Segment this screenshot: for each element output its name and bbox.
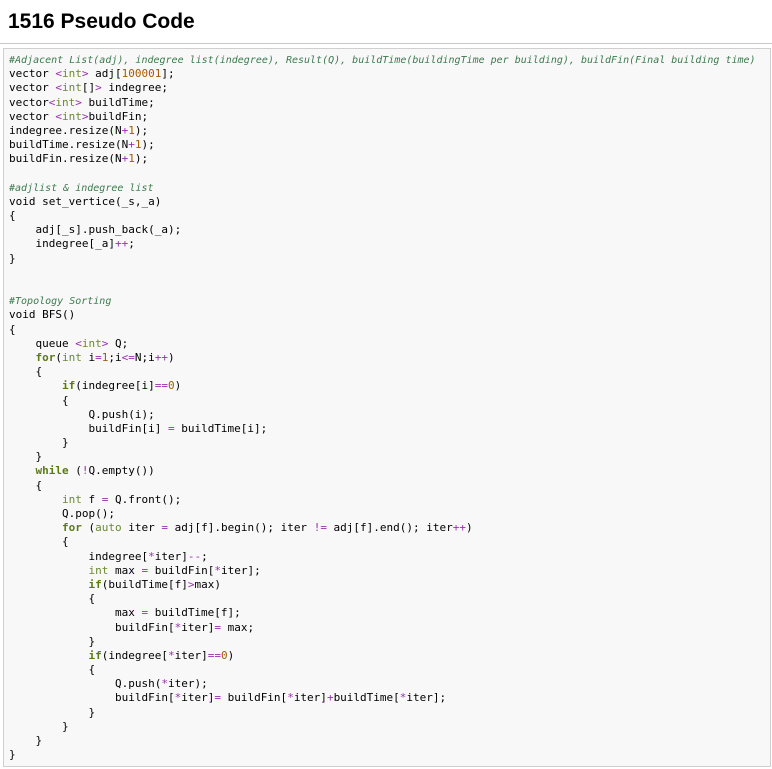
code-line: vector <int[]> indegree;: [9, 81, 168, 95]
code-line: ​: [9, 167, 756, 181]
code-line: vector <int> adj[100001];: [9, 67, 175, 81]
code-line: for (auto iter = adj[f].begin(); iter !=…: [61, 521, 473, 535]
code-line: vector <int>buildFin;: [9, 109, 149, 123]
code-line: adj[_s].push_back(_a);: [9, 223, 182, 237]
code-line: #adjlist & indegree list: [9, 182, 154, 194]
code-line: }: [9, 251, 16, 265]
code-line: ​: [9, 266, 756, 280]
code-line: }: [9, 634, 96, 648]
code-line: }: [9, 436, 69, 450]
code-line: {: [9, 365, 43, 379]
code-line: indegree.resize(N+1);: [9, 123, 149, 137]
code-line: buildFin.resize(N+1);: [9, 152, 149, 166]
code-line: }: [9, 734, 43, 747]
code-line: void set_vertice(_s,_a): [9, 194, 162, 208]
code-line: ​: [9, 280, 756, 294]
code-line: int f = Q.front();: [61, 492, 182, 506]
code-line: if(indegree[i]==0): [61, 379, 182, 393]
code-line: void BFS(): [9, 308, 76, 322]
code-line: {: [9, 209, 16, 223]
title-divider: [0, 43, 772, 44]
code-line: {: [9, 535, 69, 549]
code-line: Q.push(*iter);: [9, 677, 208, 691]
code-block: #Adjacent List(adj), indegree list(indeg…: [3, 48, 771, 767]
code-line: for(int i=1;i<=N;i++): [35, 350, 175, 364]
code-line: {: [9, 478, 43, 492]
code-line: buildFin[*iter]= max;: [9, 620, 255, 634]
code-line: }: [9, 450, 43, 464]
code-line: {: [9, 592, 96, 606]
code-line: }: [9, 748, 16, 762]
code-line: vector<int> buildTime;: [9, 95, 155, 109]
code-line: buildTime.resize(N+1);: [9, 138, 155, 152]
code-line: #Adjacent List(adj), indegree list(indeg…: [9, 55, 756, 66]
code-line: }: [9, 705, 96, 719]
code-line: Q.pop();: [9, 507, 115, 520]
code-line: {: [9, 322, 16, 336]
code-line: {: [9, 393, 69, 407]
code-line: {: [9, 663, 96, 677]
code-line: while (!Q.empty()): [35, 464, 155, 478]
code-line: buildFin[i] = buildTime[i];: [9, 421, 268, 435]
code-line: if(indegree[*iter]==0): [88, 648, 235, 662]
code-line: indegree[_a]++;: [9, 237, 135, 251]
code-line: Q.push(i);: [9, 407, 155, 421]
code-line: int max = buildFin[*iter];: [88, 563, 261, 577]
page: 1516 Pseudo Code #Adjacent List(adj), in…: [0, 0, 772, 769]
code-text: #Adjacent List(adj), indegree list(indeg…: [9, 53, 756, 762]
code-line: indegree[*iter]--;: [9, 549, 208, 563]
code-line: if(buildTime[f]>max): [88, 577, 221, 591]
code-line: }: [9, 719, 69, 733]
code-line: buildFin[*iter]= buildFin[*iter]+buildTi…: [9, 691, 447, 705]
code-line: #Topology Sorting: [9, 296, 112, 308]
code-line: max = buildTime[f];: [9, 606, 241, 620]
code-line: queue <int> Q;: [9, 336, 129, 350]
page-title: 1516 Pseudo Code: [8, 10, 195, 33]
